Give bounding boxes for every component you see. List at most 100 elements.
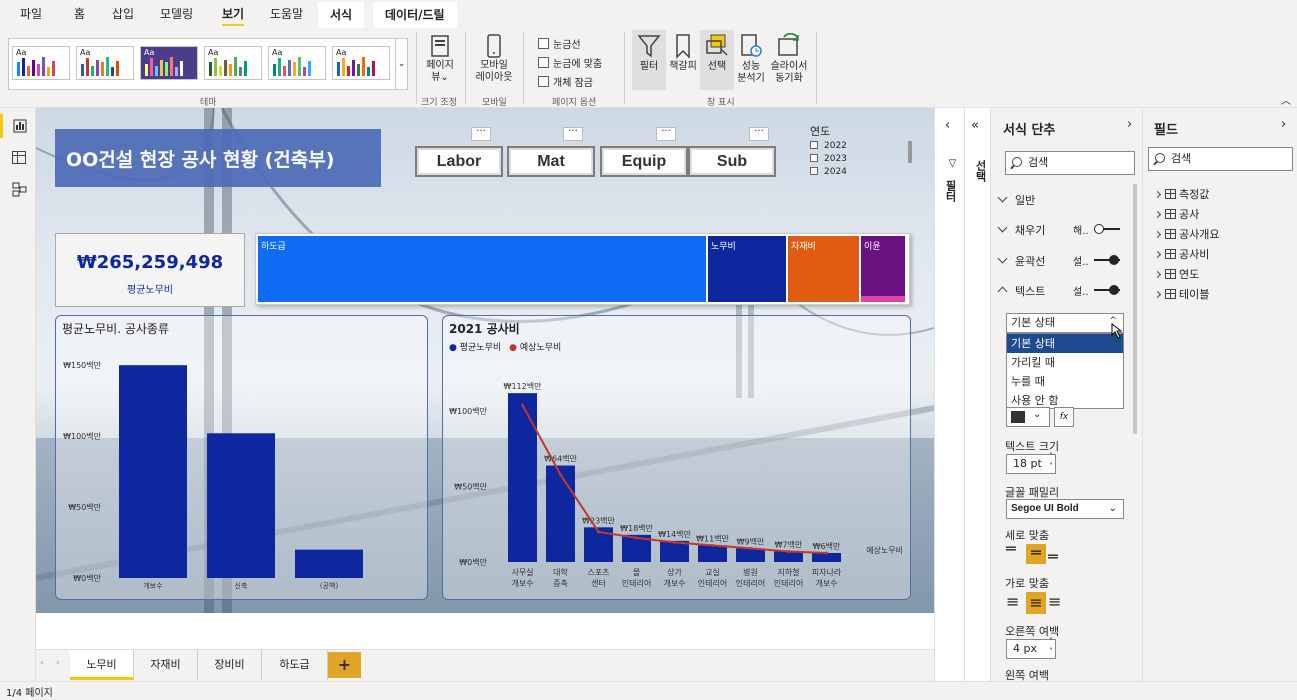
- page-tab-subcontract[interactable]: 하도급: [262, 650, 328, 680]
- slicer-item[interactable]: 2022: [810, 141, 847, 151]
- report-title-box[interactable]: OO건설 현장 공사 현황 (건축부): [55, 129, 381, 187]
- theme-default[interactable]: Aa: [12, 46, 70, 80]
- more-options-icon[interactable]: ···: [563, 127, 583, 141]
- format-search-input[interactable]: 검색: [1005, 151, 1135, 175]
- selection-pane-button[interactable]: 선택: [700, 30, 734, 90]
- field-table-year[interactable]: 연도: [1153, 266, 1199, 282]
- page-tab-labor[interactable]: 노무비: [70, 650, 134, 680]
- section-general[interactable]: 일반: [993, 188, 1139, 210]
- more-options-icon[interactable]: ···: [749, 127, 769, 141]
- theme-2[interactable]: Aa: [76, 46, 134, 80]
- nav-button-mat[interactable]: Mat: [507, 146, 595, 177]
- filter-pane-label[interactable]: 필터: [942, 180, 958, 202]
- align-left-icon[interactable]: ≡: [1006, 592, 1024, 612]
- nav-button-equip[interactable]: Equip: [600, 146, 688, 177]
- field-table-overview[interactable]: 공사개요: [1153, 226, 1219, 242]
- treemap-cell[interactable]: 이윤: [861, 236, 905, 302]
- align-middle-icon[interactable]: ═: [1026, 544, 1046, 564]
- treemap-cell[interactable]: 하도급: [258, 236, 706, 302]
- menu-help[interactable]: 도움말: [270, 5, 303, 22]
- filter-pane-button[interactable]: 필터: [632, 30, 666, 90]
- nav-button-sub[interactable]: Sub: [688, 146, 776, 177]
- nav-button-labor[interactable]: Labor: [415, 146, 503, 177]
- menu-file[interactable]: 파일: [20, 5, 42, 22]
- section-border[interactable]: 윤곽선 설..: [993, 249, 1139, 271]
- menu-data-drill[interactable]: 데이터/드릴: [372, 2, 457, 28]
- theme-5[interactable]: Aa: [268, 46, 326, 80]
- menu-view[interactable]: 보기: [222, 5, 245, 26]
- section-fill[interactable]: 채우기 해..: [993, 218, 1139, 240]
- collapse-ribbon-icon[interactable]: ︿: [1281, 92, 1291, 107]
- align-center-icon[interactable]: ≡: [1026, 592, 1046, 614]
- right-padding-input[interactable]: 4 px ˄ ˅: [1006, 637, 1056, 659]
- performance-analyzer-button[interactable]: 성능 분석기: [734, 33, 768, 85]
- theme-6[interactable]: Aa: [332, 46, 390, 80]
- theme-4[interactable]: Aa: [204, 46, 262, 80]
- section-text[interactable]: 텍스트 설..: [993, 279, 1139, 301]
- align-right-icon[interactable]: ≡: [1048, 592, 1066, 612]
- state-dropdown[interactable]: 기본 상태 ^: [1006, 313, 1124, 333]
- model-view-icon[interactable]: [12, 182, 27, 200]
- page-tab-equipment[interactable]: 장비비: [198, 650, 262, 680]
- fields-search-input[interactable]: 검색: [1148, 147, 1293, 171]
- treemap[interactable]: 하도급 노무비 자재비 이윤: [255, 233, 910, 305]
- state-dropdown-list: 기본 상태 가리킬 때 누를 때 사용 안 함: [1006, 333, 1124, 409]
- chart-2021-cost[interactable]: 2021 공사비 ● 평균노무비 ● 예상노무비 ₩0백만 ₩50백만 ₩100백만…: [442, 315, 911, 600]
- report-view-icon[interactable]: [0, 114, 36, 138]
- font-color-picker[interactable]: ⌄: [1006, 407, 1050, 427]
- add-page-button[interactable]: +: [328, 652, 361, 678]
- field-table-measures[interactable]: 측정값: [1153, 186, 1209, 202]
- menu-home[interactable]: 홈: [74, 5, 85, 22]
- slicer-item[interactable]: 2023: [810, 154, 847, 164]
- kpi-card[interactable]: ₩265,259,498 평균노무비: [55, 233, 245, 307]
- state-option[interactable]: 기본 상태: [1007, 334, 1123, 353]
- y-tick-label: ₩150백만: [63, 360, 102, 370]
- sync-slicers-button[interactable]: 슬라이서 동기화: [768, 33, 810, 85]
- field-table-table[interactable]: 테이블: [1153, 286, 1209, 302]
- year-slicer[interactable]: 연도 2022 2023 2024: [806, 121, 916, 183]
- filter-pane-collapsed[interactable]: ▽: [941, 158, 959, 169]
- state-option[interactable]: 가리킬 때: [1007, 353, 1123, 372]
- align-bottom-icon[interactable]: ═: [1048, 548, 1066, 566]
- theme-3[interactable]: Aa: [140, 46, 198, 80]
- chart-avg-labor-by-type[interactable]: 평균노무비. 공사종류 ₩0백만 ₩50백만 ₩100백만 ₩150백만 개보수 신축 (공…: [55, 315, 428, 600]
- state-option[interactable]: 누를 때: [1007, 372, 1123, 391]
- text-toggle[interactable]: [1094, 284, 1120, 296]
- menu-format[interactable]: 서식: [318, 2, 365, 28]
- slicer-scrollbar[interactable]: [908, 141, 912, 163]
- lock-objects-checkbox[interactable]: 개체 잠금: [538, 74, 593, 89]
- field-table-construction[interactable]: 공사: [1153, 206, 1199, 222]
- y-tick-label: ₩0백만: [73, 573, 101, 583]
- fields-pane-collapse-icon[interactable]: ›: [1281, 117, 1286, 132]
- page-view-button[interactable]: 페이지 뷰⌄: [420, 34, 460, 84]
- border-toggle[interactable]: [1094, 254, 1120, 266]
- selection-pane-strip[interactable]: « 선택: [965, 108, 991, 681]
- page-tab-material[interactable]: 자재비: [134, 650, 198, 680]
- slicer-item[interactable]: 2024: [810, 167, 847, 177]
- treemap-cell[interactable]: 노무비: [708, 236, 786, 302]
- menu-modeling[interactable]: 모델링: [160, 5, 193, 22]
- format-pane-collapse-icon[interactable]: ›: [1127, 117, 1132, 132]
- fx-button[interactable]: fx: [1054, 407, 1074, 427]
- prev-page-icon[interactable]: ‹: [40, 658, 44, 668]
- next-page-icon[interactable]: ›: [56, 658, 60, 668]
- theme-expand-chevron-icon[interactable]: ⌄: [395, 39, 407, 89]
- menu-insert[interactable]: 삽입: [112, 5, 134, 22]
- align-top-icon[interactable]: ═: [1006, 541, 1024, 562]
- data-view-icon[interactable]: [12, 151, 26, 167]
- format-pane-scrollbar[interactable]: [1133, 184, 1137, 434]
- mobile-layout-button[interactable]: 모바일 레이아웃: [470, 34, 518, 84]
- bookmark-pane-button[interactable]: 책갈피: [666, 33, 700, 73]
- collapse-left-chevron-icon[interactable]: ‹: [945, 118, 950, 133]
- snap-to-grid-checkbox[interactable]: 눈금에 맞춤: [538, 55, 602, 70]
- more-options-icon[interactable]: ···: [471, 127, 491, 141]
- gridlines-checkbox[interactable]: 눈금선: [538, 36, 581, 51]
- x-tick-label: 몰: [633, 568, 640, 577]
- treemap-cell[interactable]: 자재비: [788, 236, 859, 302]
- text-size-input[interactable]: 18 pt ˄ ˅: [1006, 452, 1056, 474]
- fill-toggle[interactable]: [1094, 223, 1120, 235]
- field-table-cost[interactable]: 공사비: [1153, 246, 1209, 262]
- font-family-dropdown[interactable]: Segoe UI Bold ⌄: [1006, 499, 1124, 519]
- selection-pane-label: 선택: [974, 160, 987, 182]
- more-options-icon[interactable]: ···: [656, 127, 676, 141]
